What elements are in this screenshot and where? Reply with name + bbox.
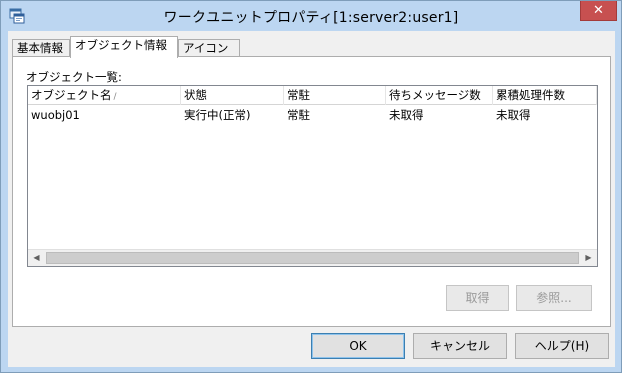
acquire-button[interactable]: 取得 <box>446 285 509 311</box>
horizontal-scrollbar[interactable]: ◀ ▶ <box>28 249 597 266</box>
scroll-left-icon[interactable]: ◀ <box>28 250 45 266</box>
column-label: 常駐 <box>287 88 310 102</box>
close-button[interactable]: ✕ <box>580 1 617 21</box>
object-list-caption: オブジェクト一覧: <box>26 70 122 84</box>
column-header-object-name[interactable]: オブジェクト名 / <box>28 86 181 105</box>
sort-indicator-icon: / <box>113 92 117 102</box>
cell-object-name: wuobj01 <box>31 108 80 122</box>
help-button[interactable]: ヘルプ(H) <box>515 333 609 359</box>
close-icon: ✕ <box>593 3 604 18</box>
table-row[interactable]: wuobj01 実行中(正常) 常駐 未取得 未取得 <box>28 106 597 124</box>
column-label: オブジェクト名 <box>31 88 112 102</box>
window-title: ワークユニットプロパティ[1:server2:user1] <box>163 10 459 26</box>
ok-button[interactable]: OK <box>311 333 405 359</box>
cell-cumulative-count: 未取得 <box>496 108 531 122</box>
column-header-state[interactable]: 状態 <box>181 86 284 105</box>
cell-state: 実行中(正常) <box>184 108 251 122</box>
tab-object-info[interactable]: オブジェクト情報 <box>70 36 178 58</box>
title-bar[interactable]: ワークユニットプロパティ[1:server2:user1] ✕ <box>1 1 621 31</box>
column-label: 累積処理件数 <box>496 88 565 102</box>
column-label: 待ちメッセージ数 <box>389 88 481 102</box>
column-header-cumulative-count[interactable]: 累積処理件数 <box>493 86 597 105</box>
cell-resident: 常駐 <box>287 108 310 122</box>
column-header-waiting-messages[interactable]: 待ちメッセージ数 <box>386 86 493 105</box>
dialog-window: ワークユニットプロパティ[1:server2:user1] ✕ 基本情報 オブジ… <box>0 0 622 373</box>
tab-label: アイコン <box>183 41 229 55</box>
list-header: オブジェクト名 / 状態 常駐 待ちメッセージ数 累積処理件数 <box>28 86 597 105</box>
object-list[interactable]: オブジェクト名 / 状態 常駐 待ちメッセージ数 累積処理件数 wuobj01 … <box>27 85 598 267</box>
tab-basic-info[interactable]: 基本情報 <box>12 39 70 57</box>
scroll-right-icon[interactable]: ▶ <box>580 250 597 266</box>
reference-button[interactable]: 参照... <box>516 285 592 311</box>
tab-label: 基本情報 <box>17 41 63 55</box>
cancel-button[interactable]: キャンセル <box>413 333 507 359</box>
column-header-resident[interactable]: 常駐 <box>284 86 386 105</box>
cell-waiting-messages: 未取得 <box>389 108 424 122</box>
tab-icon[interactable]: アイコン <box>178 39 240 57</box>
scrollbar-thumb[interactable] <box>46 252 579 264</box>
column-label: 状態 <box>184 88 207 102</box>
object-info-panel: オブジェクト一覧: オブジェクト名 / 状態 常駐 待ちメッセージ数 累積処理件… <box>12 56 611 327</box>
tab-label: オブジェクト情報 <box>75 38 167 52</box>
dialog-client-area: 基本情報 オブジェクト情報 アイコン オブジェクト一覧: オブジェクト名 / 状態 <box>8 31 615 367</box>
